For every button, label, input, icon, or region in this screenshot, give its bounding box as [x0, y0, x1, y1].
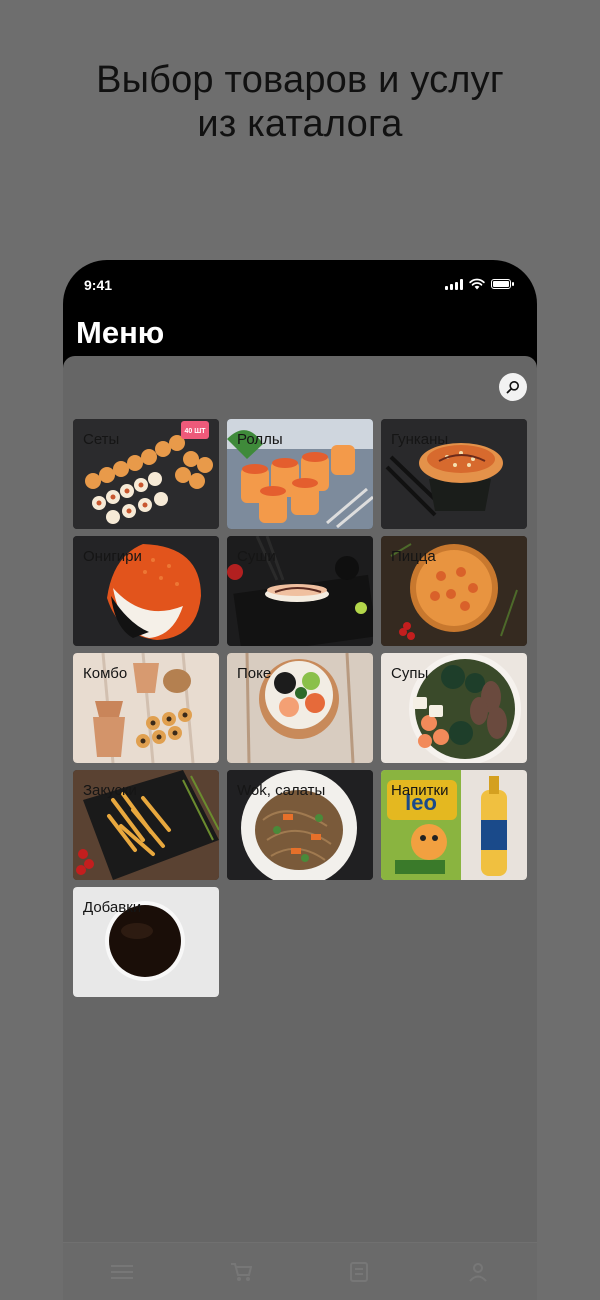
cart-icon — [230, 1262, 252, 1281]
svg-text:40 ШТ: 40 ШТ — [184, 428, 206, 435]
wifi-icon — [469, 278, 485, 290]
status-time: 9:41 — [84, 277, 113, 293]
category-label: Роллы — [237, 431, 283, 448]
category-tile-soups[interactable]: Супы — [381, 653, 527, 763]
category-tile-pizza[interactable]: Пицца — [381, 536, 527, 646]
status-icons — [445, 278, 514, 290]
category-tile-snacks[interactable]: Закуски — [73, 770, 219, 880]
category-tile-onigiri[interactable]: Онигири — [73, 536, 219, 646]
category-label: Закуски — [83, 782, 137, 799]
menu-content: 40 ШТ Сеты Роллы Гунканы Онигири Суши Пи… — [63, 356, 537, 1246]
tab-bar — [63, 1242, 537, 1300]
category-tile-wok-salads[interactable]: Wok, салаты — [227, 770, 373, 880]
orders-icon — [350, 1261, 369, 1282]
battery-icon — [491, 279, 514, 289]
phone-frame: 9:41 Меню 40 ШТ Сеты Роллы Гунканы Ониги… — [63, 260, 537, 1300]
category-label: Супы — [391, 665, 429, 682]
category-tile-sets[interactable]: 40 ШТ Сеты — [73, 419, 219, 529]
category-label: Пицца — [391, 548, 436, 565]
category-label: Гунканы — [391, 431, 449, 448]
category-tile-rolls[interactable]: Роллы — [227, 419, 373, 529]
search-button[interactable] — [499, 373, 527, 401]
promo-title: Выбор товаров и услуг из каталога — [0, 58, 600, 146]
category-label: Добавки — [83, 899, 142, 916]
category-label: Сеты — [83, 431, 120, 448]
category-label: Суши — [237, 548, 276, 565]
category-grid: 40 ШТ Сеты Роллы Гунканы Онигири Суши Пи… — [73, 419, 527, 997]
menu-icon — [111, 1264, 134, 1279]
category-label: Онигири — [83, 548, 142, 565]
tab-profile[interactable] — [458, 1257, 498, 1287]
category-tile-combo[interactable]: Комбо — [73, 653, 219, 763]
category-label: Wok, салаты — [237, 782, 326, 799]
status-bar: 9:41 — [63, 260, 537, 310]
category-tile-poke[interactable]: Поке — [227, 653, 373, 763]
category-label: Напитки — [391, 782, 449, 799]
category-tile-sushi[interactable]: Суши — [227, 536, 373, 646]
promo-title-line-1: Выбор товаров и услуг — [96, 59, 504, 101]
category-tile-extras[interactable]: Добавки — [73, 887, 219, 997]
profile-icon — [469, 1262, 487, 1282]
category-label: Комбо — [83, 665, 128, 682]
tab-menu[interactable] — [102, 1257, 142, 1287]
tab-cart[interactable] — [221, 1257, 261, 1287]
page-title: Меню — [76, 315, 165, 350]
category-label: Поке — [237, 665, 272, 682]
category-tile-gunkans[interactable]: Гунканы — [381, 419, 527, 529]
promo-title-line-2: из каталога — [197, 103, 403, 145]
search-icon — [506, 381, 519, 394]
cellular-signal-icon — [445, 278, 463, 290]
category-tile-drinks[interactable]: leo Напитки — [381, 770, 527, 880]
tab-orders[interactable] — [339, 1257, 379, 1287]
